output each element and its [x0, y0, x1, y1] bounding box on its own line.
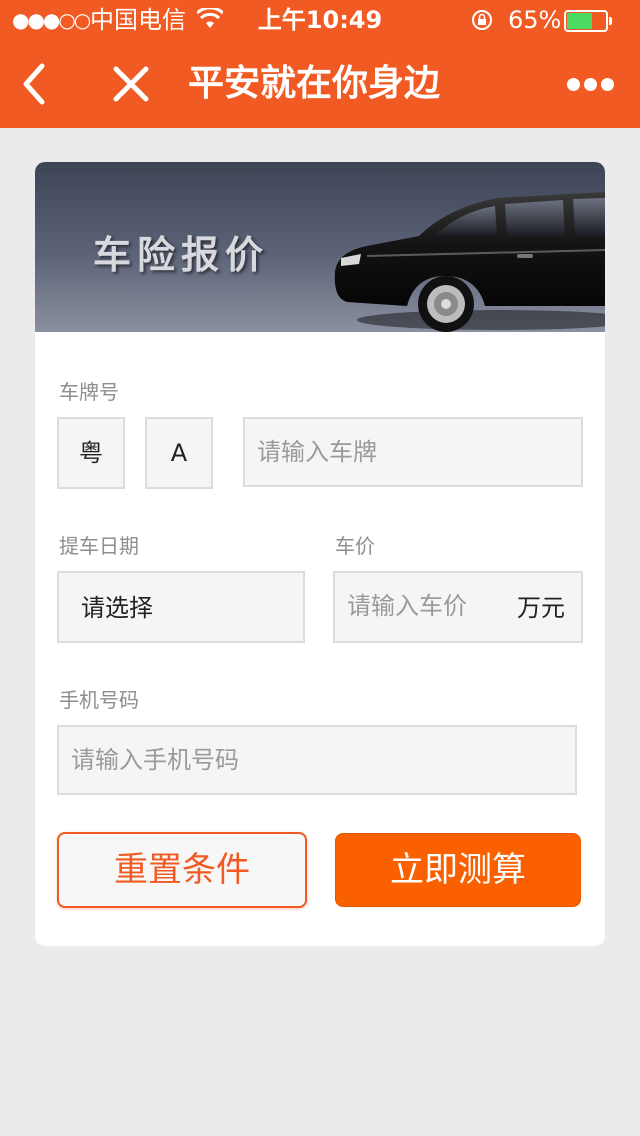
- plate-letter-value: A: [170, 439, 188, 467]
- phone-placeholder: 请输入手机号码: [71, 746, 239, 774]
- plate-province-select[interactable]: 粤: [57, 417, 125, 489]
- battery-level-fill: [567, 13, 592, 29]
- back-chevron-icon[interactable]: [14, 56, 54, 112]
- rotation-lock-icon: [472, 10, 492, 30]
- price-label: 车价: [335, 534, 375, 558]
- pickup-date-label: 提车日期: [59, 534, 139, 558]
- banner-title: 车险报价: [93, 233, 270, 277]
- price-unit: 万元: [517, 594, 565, 622]
- car-image: [334, 192, 605, 332]
- calculate-button[interactable]: 立即测算: [335, 833, 581, 907]
- page-title: 平安就在你身边: [188, 63, 441, 104]
- plate-number-input[interactable]: 请输入车牌: [243, 417, 583, 487]
- pickup-date-value: 请选择: [81, 594, 153, 622]
- plate-letter-select[interactable]: A: [145, 417, 213, 489]
- phone-input[interactable]: 请输入手机号码: [57, 725, 577, 795]
- status-bar: ●●●○○ 中国电信 上午10:49 65%: [0, 0, 640, 40]
- battery-icon: [564, 10, 612, 32]
- plate-number-placeholder: 请输入车牌: [257, 438, 377, 466]
- close-icon[interactable]: [108, 60, 154, 108]
- plate-label: 车牌号: [59, 380, 119, 404]
- phone-label: 手机号码: [59, 688, 139, 712]
- pickup-date-picker[interactable]: 请选择: [57, 571, 305, 643]
- plate-province-value: 粤: [79, 439, 103, 467]
- more-dots-icon[interactable]: [562, 68, 618, 100]
- banner: 车险报价: [35, 162, 605, 332]
- app-header: ●●●○○ 中国电信 上午10:49 65% 平安就在你身边: [0, 0, 640, 128]
- battery-percent: 65%: [508, 6, 562, 34]
- price-input[interactable]: 请输入车价 万元: [333, 571, 583, 643]
- nav-bar: 平安就在你身边: [0, 40, 640, 128]
- price-placeholder: 请输入车价: [347, 592, 467, 620]
- quote-card: 车险报价 车牌号 粤 A 请输入车牌 提车日期 车价 请选择 请输入车价 万元 …: [35, 162, 605, 946]
- reset-button[interactable]: 重置条件: [57, 832, 307, 908]
